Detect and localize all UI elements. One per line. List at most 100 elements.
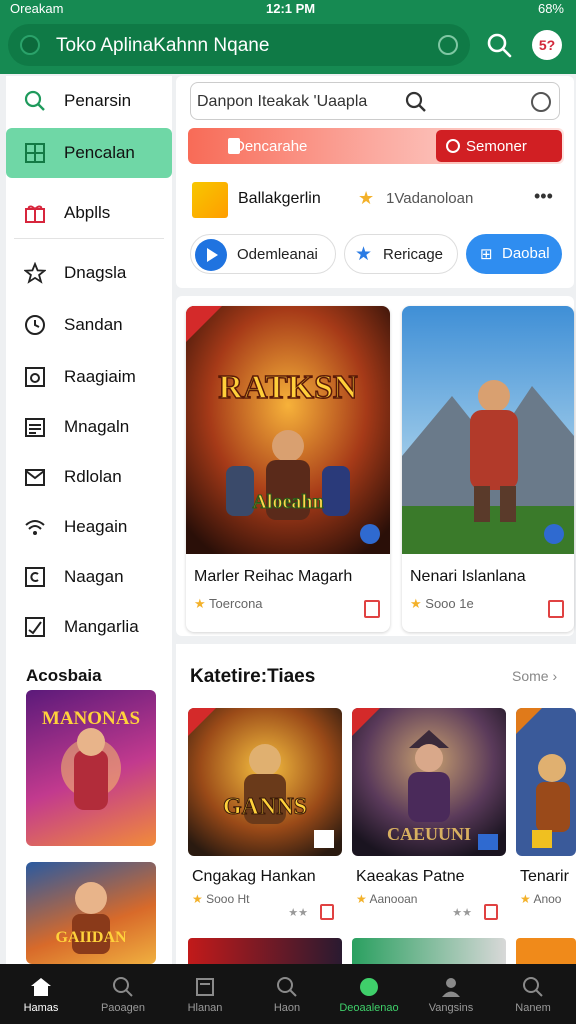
game-rating: ★ Toercona (194, 596, 263, 611)
banner-button[interactable]: Semoner (436, 130, 562, 162)
art-title: RATKSN (218, 369, 358, 406)
divider (14, 238, 164, 239)
game-card-peek[interactable] (352, 938, 506, 964)
chip-rericage[interactable]: ★ Rericage (344, 234, 458, 274)
game-card-peek[interactable] (516, 938, 576, 964)
search-icon[interactable] (486, 32, 512, 58)
bookmark-icon[interactable] (364, 600, 380, 618)
chat-icon (446, 139, 460, 153)
home-icon (31, 978, 51, 996)
mail-icon (25, 469, 45, 486)
clock-icon (25, 315, 45, 335)
chip-label: Daobal (502, 245, 550, 262)
nav-search-3[interactable]: Nanem (492, 964, 574, 1024)
sidebar-item-label: Abplls (64, 203, 111, 222)
chip-odemleanai[interactable]: Odemleanai (190, 234, 336, 274)
sidebar-item-raagiaim[interactable]: Raagiaim (6, 352, 172, 402)
sparkle-icon: ★ (358, 188, 375, 208)
search-icon (523, 977, 543, 997)
sidebar-item-dnagsla[interactable]: Dnagsla (6, 248, 172, 298)
game-art (516, 708, 576, 856)
search-icon[interactable] (405, 91, 427, 113)
nav-list[interactable]: Hlanan (164, 964, 246, 1024)
see-more-link[interactable]: Some › (512, 668, 557, 684)
sidebar-item-abplls[interactable]: Abplls (6, 188, 172, 238)
refresh-icon[interactable] (438, 35, 458, 55)
nav-label: Nanem (515, 1002, 551, 1014)
banner-button-label: Semoner (466, 138, 527, 155)
sidebar-item-label: Raagiaim (64, 367, 136, 386)
nav-label: Haon (273, 1002, 301, 1014)
game-rating: ★ Sooo 1e (410, 596, 474, 611)
bookmark-icon[interactable] (484, 904, 498, 920)
game-card[interactable]: Tenarir ★ Anoo (516, 708, 576, 930)
search-icon (277, 977, 297, 997)
nav-search-1[interactable]: Paoagen (82, 964, 164, 1024)
game-art: RATKSN Aloeahn (186, 306, 390, 554)
game-title: Marler Reihac Magarh (194, 568, 353, 585)
sidebar-item-penarsin[interactable]: Penarsin (6, 76, 172, 126)
promo-name: Ballakgerlin (238, 190, 321, 207)
sidebar-item-label: Naagan (64, 567, 124, 586)
sidebar-game-thumb[interactable]: GAIIDAN (26, 862, 156, 964)
back-icon[interactable] (20, 35, 40, 55)
rating-stars: ★★ (288, 907, 308, 919)
sidebar-item-mangarlia[interactable]: Mangarlia (6, 602, 172, 652)
star-icon (24, 262, 46, 284)
chip-label: Rericage (383, 246, 444, 263)
promo-banner[interactable]: Dencarahe Semoner (188, 128, 564, 164)
photo-icon (25, 367, 45, 387)
game-art (402, 306, 574, 554)
bookmark-icon[interactable] (548, 600, 564, 618)
featured-card[interactable]: RATKSN Aloeahn Marler Reihac Magarh ★ To… (186, 306, 390, 632)
promo-row[interactable]: Ballakgerlin ★ 1Vadanoloan ••• (188, 178, 564, 224)
sidebar-item-sandan[interactable]: Sandan (6, 300, 172, 350)
game-title: Tenarir (520, 868, 569, 885)
featured-card[interactable]: Nenari Islanlana ★ Sooo 1e (402, 306, 574, 632)
wifi-icon (25, 520, 45, 535)
calendar-icon (25, 418, 45, 437)
more-icon[interactable]: ••• (534, 186, 553, 207)
game-title: Nenari Islanlana (410, 568, 526, 585)
game-title: Cngakag Hankan (192, 868, 316, 885)
sidebar-item-naagan[interactable]: Naagan (6, 552, 172, 602)
game-card-peek[interactable] (188, 938, 342, 964)
sidebar-section-title: Acosbaia (26, 666, 102, 685)
nav-profile[interactable]: Vangsins (410, 964, 492, 1024)
sidebar: Penarsin Pencalan Abplls Dnagsla Sandan … (6, 76, 172, 964)
nav-label: Vangsins (428, 1002, 474, 1014)
chip-daobal[interactable]: ⊞ Daobal (466, 234, 562, 274)
sidebar-item-label: Mnagaln (64, 417, 130, 436)
game-card[interactable]: GANNS Cngakag Hankan ★ Sooo Ht ★★ (188, 708, 342, 930)
star-icon: ★ (355, 244, 373, 265)
game-art: MANONAS (42, 708, 140, 810)
bottom-nav: Hamas Paoagen Hlanan Haon Deoaalenao Van… (0, 964, 576, 1024)
clock: 12:1 PM (266, 1, 316, 16)
game-subtitle: ★ Anoo (520, 892, 562, 906)
avatar[interactable]: 5? (532, 30, 562, 60)
app-logo (192, 182, 228, 218)
title-bar[interactable]: Toko AplinaKahnn Nqane (8, 24, 470, 66)
sidebar-item-label: Rdlolan (64, 467, 122, 486)
nav-home[interactable]: Hamas (0, 964, 82, 1024)
controller-icon: ⊞ (480, 246, 493, 263)
nav-label: Deoaalenao (339, 1002, 399, 1014)
game-card[interactable]: CAEUUNI Kaeakas Patne ★ Aanooan ★★ (352, 708, 506, 930)
chip-label: Odemleanai (237, 246, 318, 263)
grid-icon (25, 143, 45, 163)
banner-label: Dencarahe (234, 138, 308, 155)
sidebar-item-mnagaln[interactable]: Mnagaln (6, 402, 172, 452)
sidebar-item-rdlolan[interactable]: Rdlolan (6, 452, 172, 502)
c-box-icon (25, 567, 45, 587)
nav-active-dot[interactable]: Deoaalenao (328, 964, 410, 1024)
bookmark-icon[interactable] (320, 904, 334, 920)
nav-search-2[interactable]: Haon (246, 964, 328, 1024)
game-title: Kaeakas Patne (356, 868, 465, 885)
sidebar-game-thumb[interactable]: MANONAS (26, 690, 156, 846)
sidebar-item-heagain[interactable]: Heagain (6, 502, 172, 552)
sidebar-item-pencalan[interactable]: Pencalan (6, 128, 172, 178)
promo-sub: 1Vadanoloan (386, 190, 474, 207)
search-input[interactable]: Danpon Iteakak 'Uaapla (190, 82, 560, 120)
sidebar-item-label: Dnagsla (64, 263, 127, 282)
clock-icon[interactable] (531, 92, 551, 112)
